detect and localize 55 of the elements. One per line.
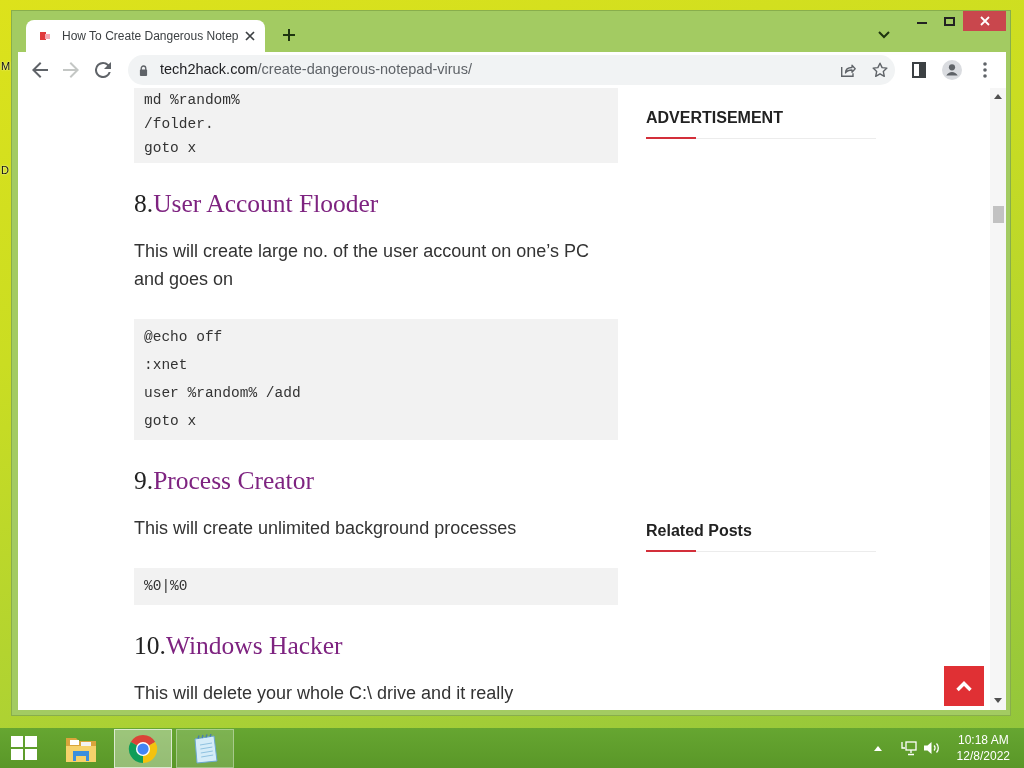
code-line: goto x — [144, 139, 198, 158]
code-line: goto x — [144, 412, 198, 431]
scroll-down-arrow-icon[interactable] — [994, 698, 1002, 703]
close-icon — [979, 16, 990, 26]
maximize-icon[interactable] — [944, 17, 955, 26]
scrollbar-thumb[interactable] — [992, 206, 1004, 223]
heading-number: 9. — [134, 466, 154, 495]
browser-icon[interactable] — [128, 733, 158, 764]
widget-title: ADVERTISEMENT — [646, 108, 784, 128]
back-arrow-icon[interactable] — [32, 62, 48, 78]
clock-time: 10:18 AM — [956, 732, 1010, 748]
chevron-up-icon — [955, 680, 973, 692]
side-panel-icon[interactable] — [912, 62, 926, 78]
taskbar-app-button[interactable] — [114, 729, 172, 768]
back-to-top-button[interactable] — [944, 666, 984, 706]
code-line: %0|%0 — [144, 577, 189, 596]
bookmark-star-icon[interactable] — [872, 62, 888, 78]
network-icon[interactable] — [900, 740, 917, 756]
address-bar[interactable]: tech2hack.com/create-dangerous-notepad-virus/ — [128, 55, 895, 85]
plus-icon[interactable] — [283, 29, 295, 41]
title-accent-line — [646, 550, 696, 552]
heading-number: 8. — [134, 189, 154, 218]
clock-date: 12/8/2022 — [956, 748, 1010, 764]
menu-icon[interactable] — [983, 62, 987, 78]
scroll-up-arrow-icon[interactable] — [994, 94, 1002, 99]
heading-number: 10. — [134, 631, 166, 660]
speaker-icon[interactable] — [923, 741, 940, 755]
title-accent-line — [646, 137, 696, 139]
reload-icon[interactable] — [95, 62, 111, 78]
site-logo-icon — [40, 31, 50, 41]
close-icon[interactable] — [245, 31, 255, 41]
desktop-icon-label: M — [1, 60, 11, 72]
code-line: user %random% /add — [144, 384, 302, 403]
article-paragraph: This will create unlimited background processes — [134, 517, 518, 540]
heading-link[interactable]: User Account Flooder — [153, 189, 379, 218]
code-line: :xnet — [144, 356, 189, 375]
triangle-up-icon[interactable] — [873, 745, 882, 751]
widget-title: Related Posts — [646, 521, 753, 541]
chevron-down-icon[interactable] — [878, 31, 890, 39]
article-paragraph: This will create large no. of the user account on one’s PC and goes on — [134, 240, 590, 291]
code-line: /folder. — [144, 115, 215, 134]
desktop-icon-label: D — [1, 164, 9, 176]
notepad-icon[interactable] — [192, 733, 218, 764]
code-line: @echo off — [144, 328, 224, 347]
heading-link[interactable]: Windows Hacker — [165, 631, 343, 660]
window-close-button[interactable] — [963, 11, 1006, 31]
lock-icon — [139, 64, 148, 76]
browser-tab[interactable]: How To Create Dangerous Notep — [26, 20, 265, 52]
avatar-icon[interactable] — [942, 60, 962, 80]
taskbar-app-button[interactable] — [176, 729, 234, 768]
heading-link[interactable]: Process Creator — [153, 466, 314, 495]
article-paragraph: This will delete your whole C:\ drive and it really — [134, 682, 515, 705]
code-line: md %random% — [144, 91, 241, 110]
share-icon[interactable] — [840, 62, 856, 78]
windows-logo-icon[interactable] — [11, 736, 37, 760]
